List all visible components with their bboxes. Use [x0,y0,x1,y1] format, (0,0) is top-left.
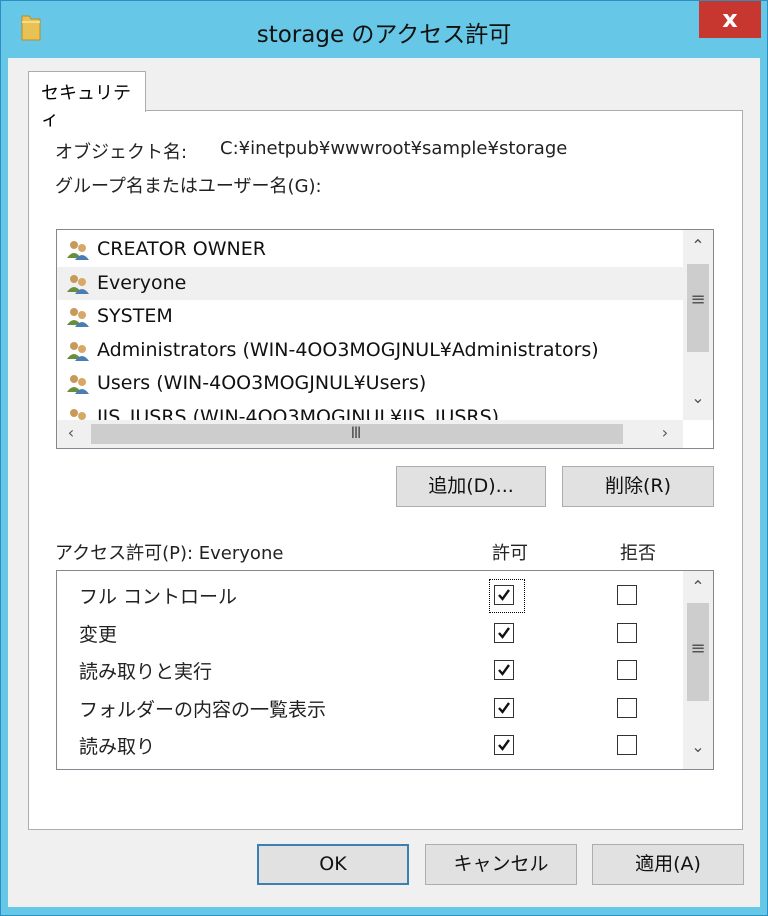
close-button[interactable]: x [699,1,761,38]
allow-checkbox[interactable] [494,697,514,718]
scroll-down-button[interactable]: ⌄ [683,737,713,756]
list-item[interactable]: Everyone [57,266,683,300]
user-group-icon [67,341,89,361]
scroll-left-button[interactable]: ‹ [61,423,81,442]
window-frame-bottom [1,907,767,915]
allow-checkbox[interactable] [494,735,514,755]
allow-checkbox[interactable] [494,660,514,680]
group-user-list[interactable]: CREATOR OWNER Everyone SYSTEM Administrator… [56,229,714,449]
group-list-hscroll[interactable]: ‹ Ⅲ › [57,420,683,448]
list-item-label: Everyone [97,271,187,294]
allow-checkbox[interactable] [494,622,514,643]
check-mark [498,664,510,676]
grip-icon: ≡ [690,289,706,310]
list-item[interactable]: Users (WIN-4OO3MOGJNUL¥Users) [57,367,683,400]
permission-name: 読み取り [79,736,156,758]
check-mark [498,701,510,714]
permission-row: フル コントロール [57,581,683,609]
deny-checkbox[interactable] [617,585,637,605]
scroll-down-button[interactable]: ⌄ [683,388,713,407]
title-bar[interactable]: storage のアクセス許可 x [1,1,767,58]
deny-checkbox[interactable] [617,622,637,643]
list-item-label: SYSTEM [97,305,173,327]
permission-row: 変更 [57,619,683,647]
window-frame-right [760,58,767,908]
check-mark [498,739,510,751]
deny-checkbox[interactable] [617,660,637,680]
user-group-icon [67,274,89,294]
list-item-label: Administrators (WIN-4OO3MOGJNUL¥Administ… [97,338,599,361]
grip-icon: ≡ [690,638,706,659]
add-button[interactable]: 追加(D)... [396,466,546,507]
allow-header: 許可 [492,543,528,564]
scroll-up-button[interactable]: ⌃ [683,577,713,596]
list-item[interactable]: CREATOR OWNER [57,233,683,266]
permission-name: フォルダーの内容の一覧表示 [79,698,327,721]
object-name-label: オブジェクト名: [55,142,188,163]
list-item-label: Users (WIN-4OO3MOGJNUL¥Users) [97,372,427,394]
object-name-value: C:¥inetpub¥wwwroot¥sample¥storage [220,138,568,159]
permission-name: 変更 [79,623,118,646]
permission-row: 読み取り [57,731,683,759]
permission-row: フォルダーの内容の一覧表示 [57,694,683,722]
permission-name: 読み取りと実行 [79,661,213,683]
list-item-label: CREATOR OWNER [97,238,266,260]
permissions-dialog: storage のアクセス許可 x セキュリティ オブジェクト名: C:¥ine… [0,0,768,916]
permissions-list[interactable]: フル コントロール 変更読み取りと実行フォルダーの内容の一覧表示 読み取り ⌃ ≡ … [56,570,714,770]
user-group-icon [67,375,89,394]
apply-button[interactable]: 適用(A) [592,844,744,885]
deny-checkbox[interactable] [617,735,637,755]
permission-row: 読み取りと実行 [57,656,683,684]
grip-icon: Ⅲ [350,423,362,442]
check-mark [498,626,510,639]
scroll-up-button[interactable]: ⌃ [683,236,713,255]
cancel-button[interactable]: キャンセル [425,844,577,885]
scroll-right-button[interactable]: › [655,423,675,442]
remove-button[interactable]: 削除(R) [562,466,714,507]
permissions-vscroll[interactable]: ⌃ ≡ ⌄ [683,571,713,769]
list-item[interactable]: SYSTEM [57,300,683,333]
permission-name: フル コントロール [79,586,238,608]
user-group-icon [67,241,89,260]
window-frame-left [1,58,8,908]
tab-security[interactable]: セキュリティ [28,71,146,130]
deny-checkbox[interactable] [617,697,637,718]
focus-rectangle [489,579,525,613]
ok-button[interactable]: OK [257,844,409,885]
group-list-vscroll[interactable]: ⌃ ≡ ⌄ [683,230,713,420]
list-item[interactable]: Administrators (WIN-4OO3MOGJNUL¥Administ… [57,334,683,367]
deny-header: 拒否 [620,543,656,564]
window-title: storage のアクセス許可 [256,22,512,48]
permissions-label: アクセス許可(P): Everyone [55,543,284,564]
groups-label: グループ名またはユーザー名(G): [55,176,322,197]
user-group-icon [67,308,89,327]
